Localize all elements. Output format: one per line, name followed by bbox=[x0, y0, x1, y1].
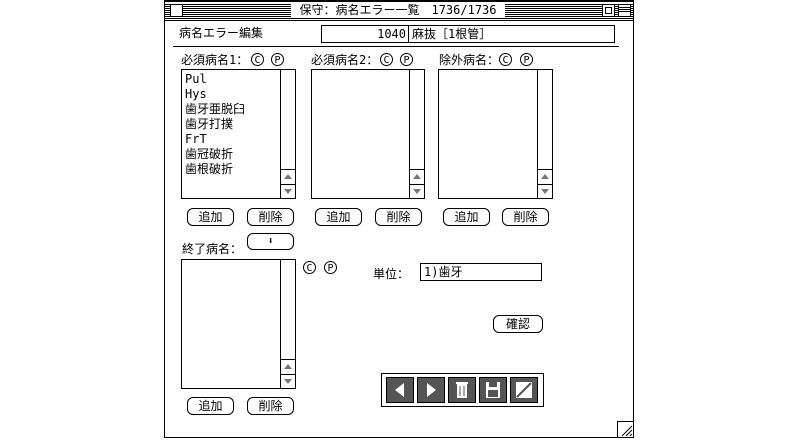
scroll-up-icon[interactable] bbox=[281, 169, 295, 183]
finished-delete-button[interactable]: 削除 bbox=[247, 397, 294, 415]
record-nav-bar bbox=[381, 373, 544, 407]
required1-c-badge[interactable]: C bbox=[251, 53, 264, 66]
list-item[interactable]: Hys bbox=[183, 87, 277, 102]
title-bar[interactable]: 保守：病名エラー一覧 1736/1736 bbox=[165, 1, 633, 21]
close-box-icon[interactable] bbox=[170, 4, 183, 17]
scroll-down-icon[interactable] bbox=[410, 184, 424, 198]
list-item[interactable]: 歯冠破折 bbox=[183, 147, 277, 162]
required2-delete-button[interactable]: 削除 bbox=[375, 208, 422, 226]
required1-p-badge[interactable]: P bbox=[271, 53, 284, 66]
required1-add-button[interactable]: 追加 bbox=[187, 208, 234, 226]
finished-p-badge[interactable]: P bbox=[324, 261, 337, 274]
required1-label: 必須病名1： bbox=[181, 53, 249, 67]
required1-scrollbar[interactable] bbox=[280, 70, 295, 198]
trash-icon[interactable] bbox=[448, 377, 476, 403]
excluded-delete-button[interactable]: 削除 bbox=[502, 208, 549, 226]
list-item[interactable]: 歯牙亜脱臼 bbox=[183, 102, 277, 117]
list-item[interactable]: FrT bbox=[183, 132, 277, 147]
scroll-up-icon[interactable] bbox=[410, 169, 424, 183]
zoom-box-icon[interactable] bbox=[602, 4, 615, 17]
required2-label: 必須病名2： bbox=[311, 53, 379, 67]
header-divider bbox=[173, 46, 619, 47]
scroll-up-icon[interactable] bbox=[538, 169, 552, 183]
required1-list[interactable]: Pul Hys 歯牙亜脱臼 歯牙打撲 FrT 歯冠破折 歯根破折 bbox=[181, 69, 296, 199]
section-label: 病名エラー編集 bbox=[179, 26, 264, 40]
scroll-up-icon[interactable] bbox=[281, 359, 295, 373]
main-window: 保守：病名エラー一覧 1736/1736 病名エラー編集 1040 麻抜［1根管… bbox=[164, 0, 634, 438]
list-item[interactable]: 歯牙打撲 bbox=[183, 117, 277, 132]
excluded-p-badge[interactable]: P bbox=[520, 53, 533, 66]
required2-add-button[interactable]: 追加 bbox=[315, 208, 362, 226]
prev-record-icon[interactable] bbox=[386, 377, 414, 403]
excluded-c-badge[interactable]: C bbox=[499, 53, 512, 66]
save-icon[interactable] bbox=[479, 377, 507, 403]
finished-label: 終了病名： bbox=[182, 242, 243, 256]
down-arrow-button[interactable]: ⬇ bbox=[247, 233, 294, 250]
list-item[interactable]: 歯根破折 bbox=[183, 162, 277, 177]
record-field[interactable]: 1040 麻抜［1根管］ bbox=[321, 25, 615, 43]
next-record-icon[interactable] bbox=[417, 377, 445, 403]
record-code: 1040 bbox=[322, 26, 409, 42]
required2-c-badge[interactable]: C bbox=[380, 53, 393, 66]
required1-delete-button[interactable]: 削除 bbox=[247, 208, 294, 226]
down-arrow-icon: ⬇ bbox=[267, 236, 274, 247]
excluded-list[interactable] bbox=[438, 69, 553, 199]
confirm-button[interactable]: 確認 bbox=[493, 315, 543, 333]
collapse-box-icon[interactable] bbox=[618, 4, 631, 17]
list-item[interactable]: Pul bbox=[183, 72, 277, 87]
scroll-down-icon[interactable] bbox=[281, 374, 295, 388]
required1-items: Pul Hys 歯牙亜脱臼 歯牙打撲 FrT 歯冠破折 歯根破折 bbox=[183, 72, 277, 177]
finished-add-button[interactable]: 追加 bbox=[187, 397, 234, 415]
unit-label: 単位： bbox=[373, 267, 410, 281]
scroll-down-icon[interactable] bbox=[281, 184, 295, 198]
excluded-scrollbar[interactable] bbox=[537, 70, 552, 198]
finished-c-badge[interactable]: C bbox=[303, 261, 316, 274]
scroll-down-icon[interactable] bbox=[538, 184, 552, 198]
finished-list[interactable] bbox=[181, 259, 296, 389]
excluded-add-button[interactable]: 追加 bbox=[443, 208, 490, 226]
window-title: 保守：病名エラー一覧 1736/1736 bbox=[291, 3, 505, 18]
cancel-icon[interactable] bbox=[510, 377, 538, 403]
finished-scrollbar[interactable] bbox=[280, 260, 295, 388]
excluded-label: 除外病名： bbox=[439, 53, 500, 67]
required2-p-badge[interactable]: P bbox=[400, 53, 413, 66]
required2-list[interactable] bbox=[311, 69, 425, 199]
record-name: 麻抜［1根管］ bbox=[412, 27, 492, 41]
unit-field[interactable]: 1)歯牙 bbox=[420, 263, 542, 281]
resize-grip-icon[interactable] bbox=[617, 421, 634, 438]
required2-scrollbar[interactable] bbox=[409, 70, 424, 198]
